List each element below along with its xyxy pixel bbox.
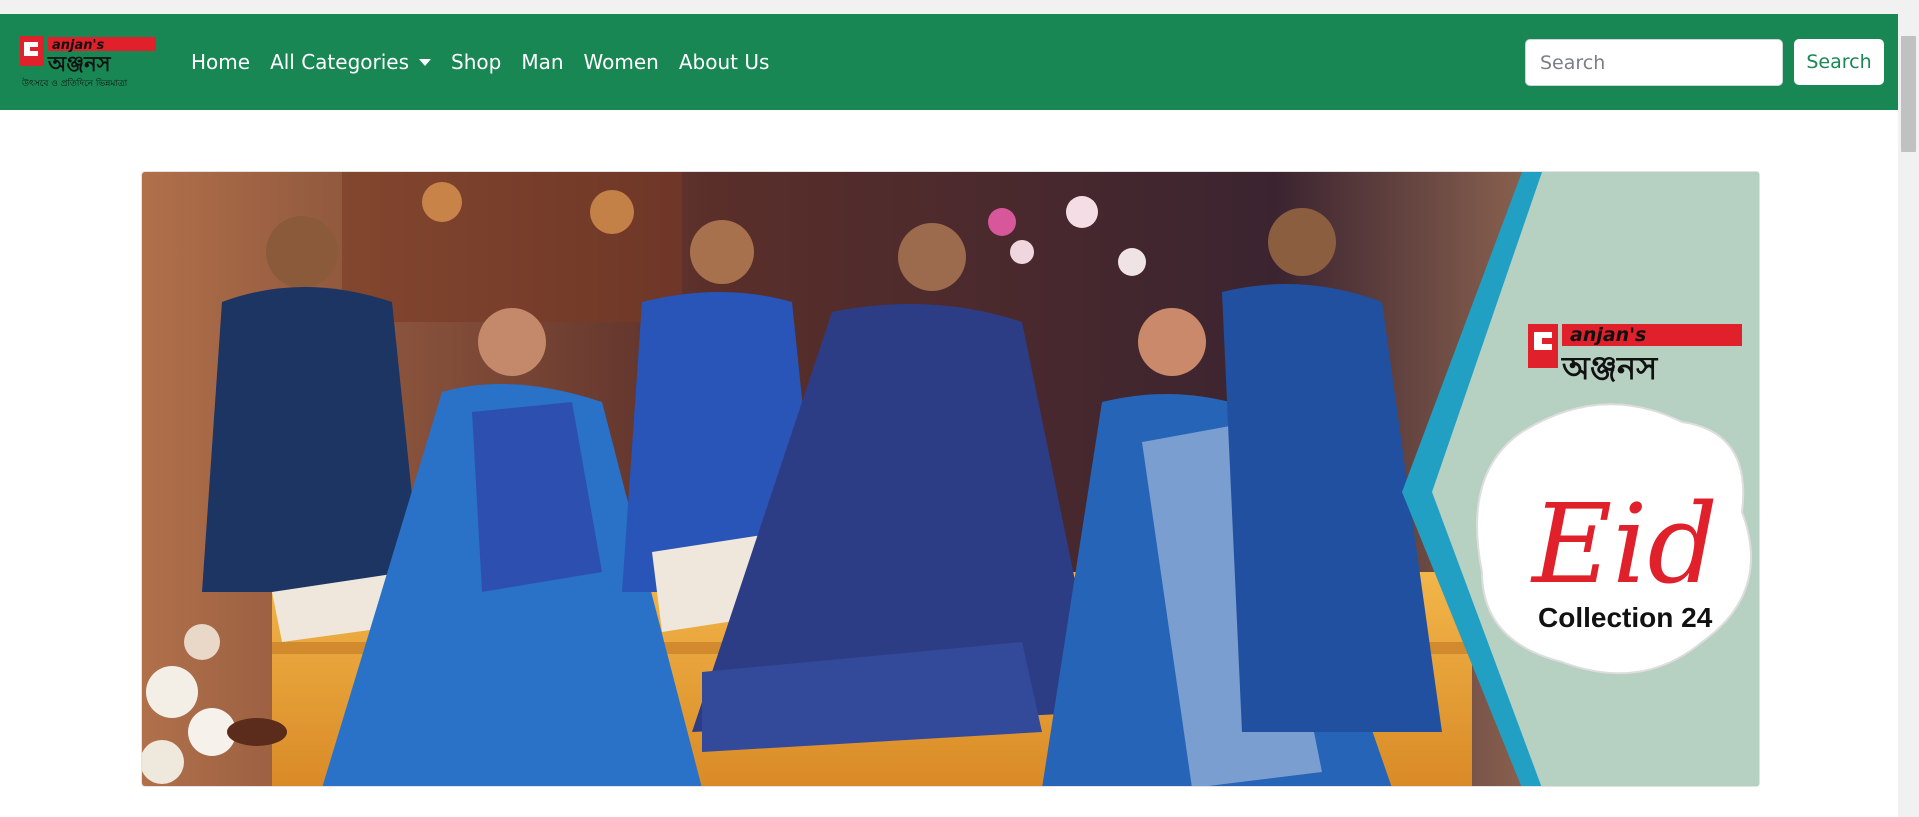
brand-logo[interactable]: anjan's অঞ্জনস উৎসবে ও প্রতিদিনে ভিন্নমা… [18, 34, 158, 90]
eid-subtitle-text: Collection 24 [1538, 602, 1713, 633]
brand-logo-bangla: অঞ্জনস [47, 52, 112, 76]
nav-home[interactable]: Home [191, 50, 250, 74]
search-button[interactable]: Search [1794, 39, 1884, 85]
browser-viewport: anjan's অঞ্জনস উৎসবে ও প্রতিদিনে ভিন্নমা… [0, 0, 1898, 817]
brand-logo-text: anjan's [52, 38, 104, 53]
page-scrollbar[interactable] [1898, 0, 1919, 817]
scrollbar-thumb[interactable] [1901, 36, 1916, 152]
nav-all-categories-label: All Categories [270, 50, 410, 74]
nav-women[interactable]: Women [584, 50, 659, 74]
nav-about-us[interactable]: About Us [679, 50, 770, 74]
eid-script-text: Eid [1530, 480, 1718, 608]
brand-logo-mark: anjan's অঞ্জনস উৎসবে ও প্রতিদিনে ভিন্নমা… [20, 36, 156, 89]
hero-banner-image: anjan's অঞ্জনস Eid Collection 24 [142, 172, 1759, 786]
hero-banner[interactable]: anjan's অঞ্জনস Eid Collection 24 [141, 171, 1760, 787]
top-strip [0, 0, 1898, 14]
brand-tagline: উৎসবে ও প্রতিদিনে ভিন্নমাত্রা [21, 77, 128, 89]
nav-links: Home All Categories Shop Man Women About… [191, 14, 789, 110]
promo-logo-bangla: অঞ্জনস [1561, 349, 1659, 387]
navbar: anjan's অঞ্জনস উৎসবে ও প্রতিদিনে ভিন্নমা… [0, 14, 1898, 110]
nav-shop[interactable]: Shop [451, 50, 501, 74]
nav-man[interactable]: Man [521, 50, 563, 74]
city-backdrop [342, 172, 682, 322]
caret-down-icon [419, 58, 432, 66]
nav-all-categories[interactable]: All Categories [270, 50, 432, 74]
search-input[interactable] [1525, 39, 1783, 86]
promo-logo-text: anjan's [1570, 324, 1646, 346]
eid-badge: Eid Collection 24 [1476, 403, 1752, 675]
